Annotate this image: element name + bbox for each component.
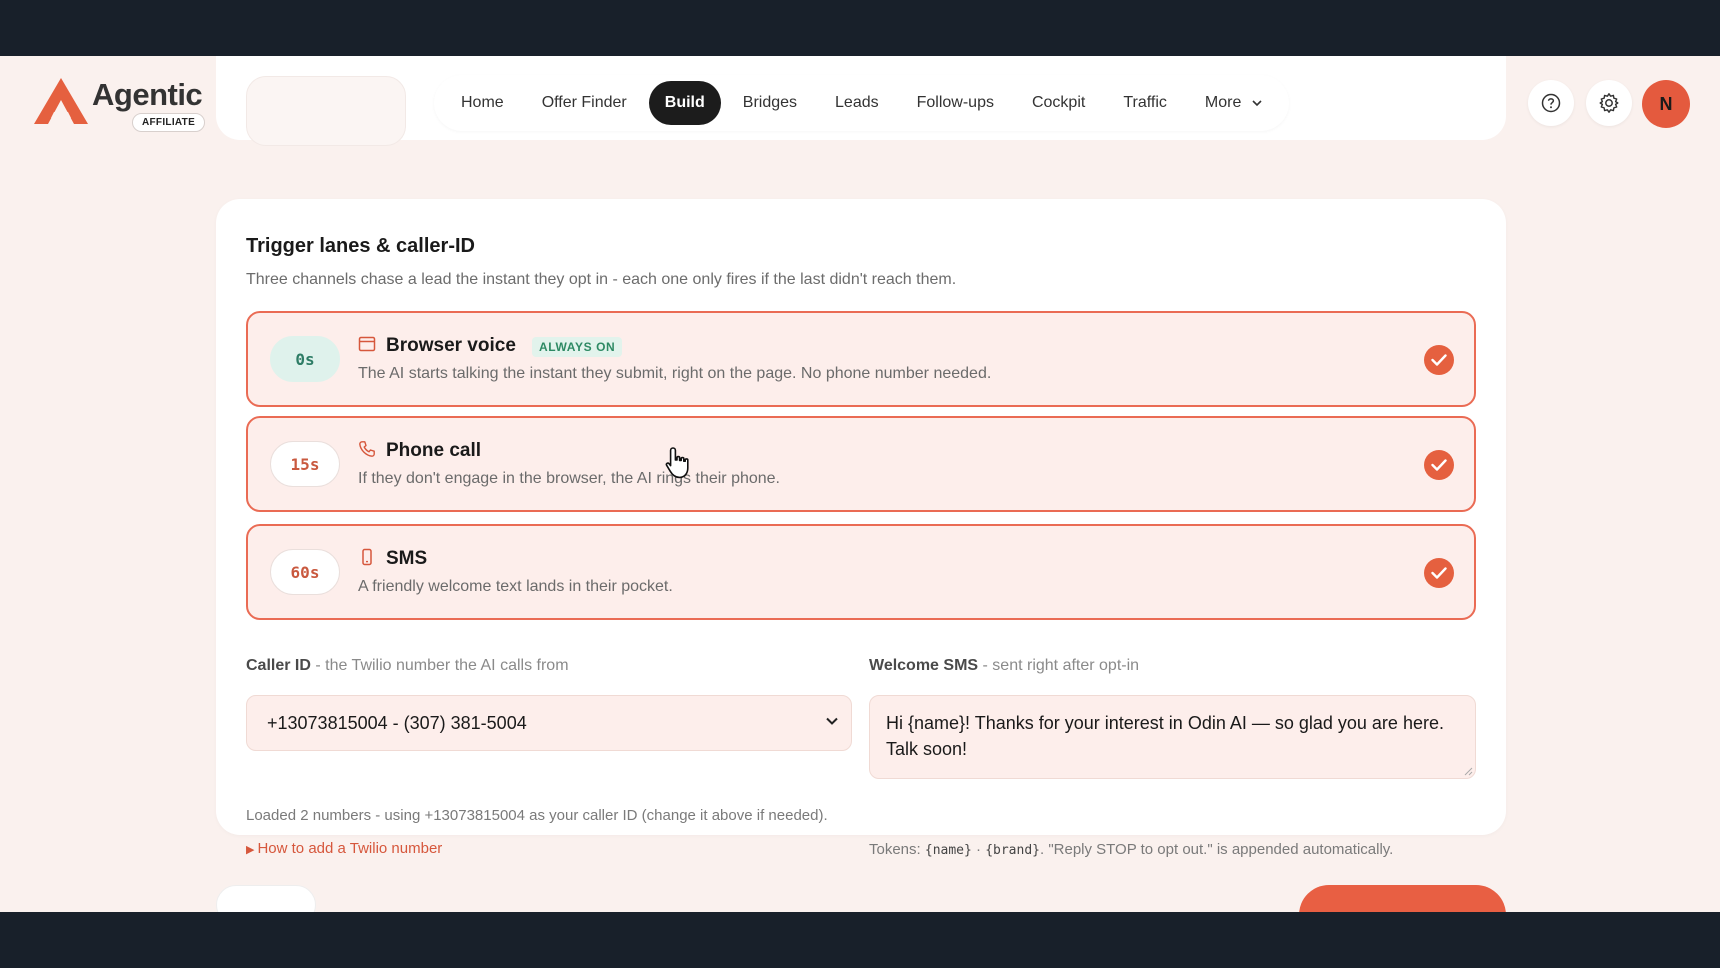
brand-logo[interactable]: Agentic AFFILIATE <box>32 76 206 132</box>
hand-pointer-icon <box>665 447 689 479</box>
welcome-sms-label-hint: - sent right after opt-in <box>982 657 1140 674</box>
section-subtitle: Three channels chase a lead the instant … <box>246 271 957 288</box>
token-brand: {brand} <box>985 843 1040 858</box>
settings-button[interactable] <box>1586 80 1632 126</box>
back-button[interactable] <box>216 885 316 912</box>
lane-browser-voice[interactable]: 0s Browser voice ALWAYS ON The AI starts… <box>246 311 1476 407</box>
tokens-prefix: Tokens: <box>869 841 921 858</box>
mobile-icon <box>362 548 372 566</box>
section-title: Trigger lanes & caller-ID <box>246 235 475 257</box>
nav-cockpit[interactable]: Cockpit <box>1016 81 1101 125</box>
lane-name: Browser voice <box>386 335 516 356</box>
lane-delay: 0s <box>270 336 340 382</box>
caller-id-label-hint: - the Twilio number the AI calls from <box>315 657 569 674</box>
previous-section-pill <box>246 76 406 146</box>
lane-description: If they don't engage in the browser, the… <box>358 470 780 487</box>
caller-id-helper: Loaded 2 numbers - using +13073815004 as… <box>246 807 828 824</box>
welcome-sms-text: Hi {name}! Thanks for your interest in O… <box>886 713 1444 759</box>
nav-build[interactable]: Build <box>648 81 721 125</box>
top-nav: Home Offer Finder Build Bridges Leads Fo… <box>434 75 1289 131</box>
primary-cta-button[interactable] <box>1299 885 1506 912</box>
lane-sms[interactable]: 60s SMS A friendly welcome text lands in… <box>246 524 1476 620</box>
welcome-sms-label: Welcome SMS - sent right after opt-in <box>869 657 1139 675</box>
token-separator: · <box>976 841 982 858</box>
howto-twilio-label: How to add a Twilio number <box>257 840 443 857</box>
nav-offer-finder[interactable]: Offer Finder <box>526 81 643 125</box>
chevron-down-icon <box>1252 100 1262 107</box>
caret-right-icon: ▶ <box>246 844 255 856</box>
always-on-badge: ALWAYS ON <box>532 337 623 357</box>
lane-delay: 15s <box>270 441 340 487</box>
lane-phone-call[interactable]: 15s Phone call If they don't engage in t… <box>246 416 1476 512</box>
nav-follow-ups[interactable]: Follow-ups <box>901 81 1010 125</box>
caller-id-label: Caller ID - the Twilio number the AI cal… <box>246 657 569 675</box>
lane-delay: 60s <box>270 549 340 595</box>
caller-id-label-strong: Caller ID <box>246 657 311 674</box>
nav-traffic[interactable]: Traffic <box>1107 81 1183 125</box>
trigger-lanes-card: Trigger lanes & caller-ID Three channels… <box>216 199 1506 858</box>
caller-id-value: +13073815004 - (307) 381-5004 <box>267 712 527 733</box>
lane-description: The AI starts talking the instant they s… <box>358 365 992 382</box>
gear-icon <box>1599 93 1619 113</box>
user-avatar[interactable]: N <box>1642 80 1690 128</box>
app-viewport: Agentic AFFILIATE Home Offer Finder Buil… <box>0 56 1720 912</box>
check-icon <box>1431 567 1447 579</box>
nav-more[interactable]: More <box>1189 81 1278 125</box>
check-icon <box>1431 459 1447 471</box>
nav-home[interactable]: Home <box>445 81 520 125</box>
nav-more-label: More <box>1204 94 1242 111</box>
browser-icon <box>358 336 376 352</box>
lane-checkbox[interactable] <box>1424 345 1454 375</box>
sms-tokens-hint: Tokens: {name} · {brand}. "Reply STOP to… <box>869 841 1393 858</box>
welcome-sms-textarea[interactable]: Hi {name}! Thanks for your interest in O… <box>869 695 1476 779</box>
lane-checkbox[interactable] <box>1424 450 1454 480</box>
help-button[interactable] <box>1528 80 1574 126</box>
lane-name: SMS <box>386 548 428 569</box>
brand-badge: AFFILIATE <box>132 113 206 132</box>
lane-description: A friendly welcome text lands in their p… <box>358 578 673 595</box>
nav-bridges[interactable]: Bridges <box>727 81 813 125</box>
lane-name: Phone call <box>386 440 482 461</box>
agentic-logo-icon <box>34 78 88 124</box>
lane-checkbox[interactable] <box>1424 558 1454 588</box>
help-circle-icon <box>1541 93 1561 113</box>
tokens-suffix: . "Reply STOP to opt out." is appended a… <box>1039 841 1394 858</box>
chevron-down-icon <box>826 717 838 725</box>
howto-twilio-link[interactable]: ▶ How to add a Twilio number <box>246 840 442 857</box>
resize-handle-icon[interactable] <box>1463 766 1473 776</box>
phone-icon <box>359 441 375 457</box>
nav-leads[interactable]: Leads <box>819 81 895 125</box>
brand-name: Agentic <box>92 77 203 112</box>
caller-id-select[interactable]: +13073815004 - (307) 381-5004 <box>246 695 852 751</box>
check-icon <box>1431 354 1447 366</box>
welcome-sms-label-strong: Welcome SMS <box>869 657 979 674</box>
token-name: {name} <box>924 843 972 858</box>
